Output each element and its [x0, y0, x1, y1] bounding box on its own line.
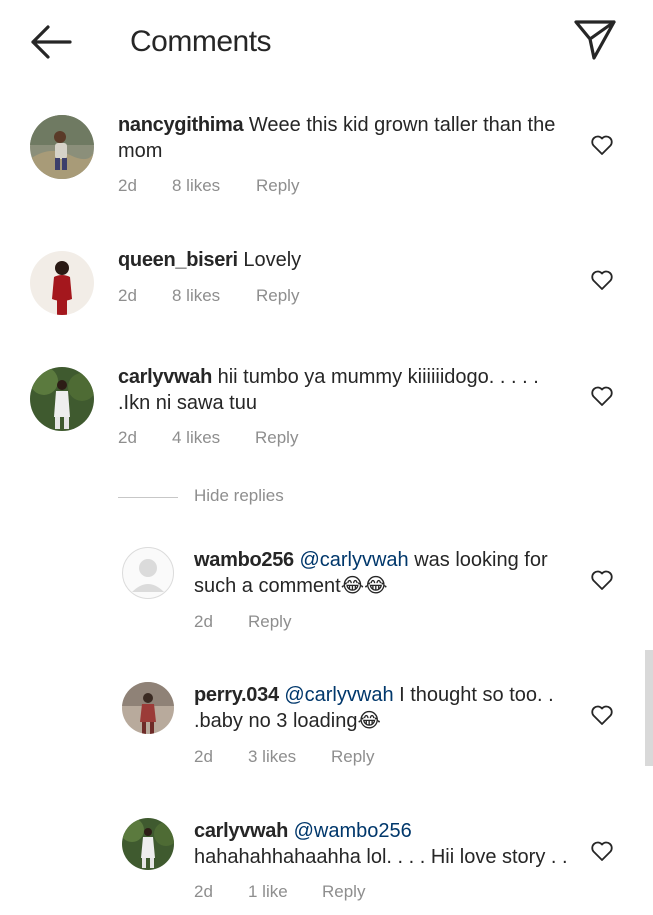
- reply-mention[interactable]: @carlyvwah: [284, 684, 393, 706]
- default-avatar-icon: [132, 559, 164, 592]
- comment-likes[interactable]: 8 likes: [172, 176, 220, 196]
- reply-button[interactable]: Reply: [255, 428, 298, 448]
- reply-body: perry.034 @carlyvwah I thought so too. .…: [194, 682, 574, 734]
- avatar[interactable]: [122, 547, 174, 599]
- back-button[interactable]: [28, 22, 74, 62]
- heart-outline-icon: [591, 386, 613, 406]
- reply-button[interactable]: Reply: [331, 747, 374, 767]
- reply-body: wambo256 @carlyvwah was looking for such…: [194, 547, 574, 599]
- comment-body: queen_biseri Lovely: [118, 247, 568, 273]
- comment-likes[interactable]: 8 likes: [172, 286, 220, 306]
- hide-replies-label[interactable]: Hide replies: [194, 486, 284, 506]
- like-button[interactable]: [590, 385, 614, 407]
- heart-outline-icon: [591, 841, 613, 861]
- reply-mention[interactable]: @carlyvwah: [299, 549, 408, 571]
- avatar[interactable]: [122, 682, 174, 734]
- reply-username[interactable]: perry.034: [194, 684, 279, 706]
- comment-text: Lovely: [243, 249, 302, 271]
- like-button[interactable]: [590, 840, 614, 862]
- reply-time: 2d: [194, 747, 213, 766]
- reply-time: 2d: [194, 882, 213, 901]
- paper-plane-icon: [574, 20, 616, 60]
- reply-button[interactable]: Reply: [256, 176, 299, 196]
- reply-username[interactable]: wambo256: [194, 549, 294, 571]
- heart-outline-icon: [591, 135, 613, 155]
- comment-body: carlyvwah hii tumbo ya mummy kiiiiiidogo…: [118, 364, 568, 416]
- heart-outline-icon: [591, 270, 613, 290]
- like-button[interactable]: [590, 704, 614, 726]
- reply-mention[interactable]: @wambo256: [294, 820, 412, 842]
- reply-time: 2d: [194, 612, 213, 631]
- avatar[interactable]: [30, 115, 94, 179]
- reply-body: carlyvwah @wambo256 hahahahhahaahha lol.…: [194, 818, 574, 870]
- heart-outline-icon: [591, 705, 613, 725]
- comment-username[interactable]: carlyvwah: [118, 366, 212, 388]
- comment-time: 2d: [118, 286, 137, 305]
- comment-username[interactable]: nancygithima: [118, 114, 244, 136]
- page-title: Comments: [130, 25, 272, 58]
- heart-outline-icon: [591, 570, 613, 590]
- like-button[interactable]: [590, 569, 614, 591]
- avatar[interactable]: [122, 818, 174, 870]
- reply-username[interactable]: carlyvwah: [194, 820, 288, 842]
- comment-time: 2d: [118, 428, 137, 447]
- reply-button[interactable]: Reply: [248, 612, 291, 632]
- comment-username[interactable]: queen_biseri: [118, 249, 238, 271]
- reply-text: hahahahhahaahha lol. . . . Hii love stor…: [194, 846, 568, 868]
- comment-time: 2d: [118, 176, 137, 195]
- reply-likes[interactable]: 3 likes: [248, 747, 296, 767]
- avatar[interactable]: [30, 251, 94, 315]
- scrollbar-thumb[interactable]: [645, 650, 653, 766]
- divider: [118, 497, 178, 498]
- avatar[interactable]: [30, 367, 94, 431]
- comment-likes[interactable]: 4 likes: [172, 428, 220, 448]
- reply-button[interactable]: Reply: [322, 882, 365, 902]
- comment-body: nancygithima Weee this kid grown taller …: [118, 112, 568, 164]
- arrow-left-icon: [31, 25, 72, 59]
- like-button[interactable]: [590, 134, 614, 156]
- comments-header: Comments: [0, 0, 653, 84]
- reply-button[interactable]: Reply: [256, 286, 299, 306]
- like-button[interactable]: [590, 269, 614, 291]
- reply-likes[interactable]: 1 like: [248, 882, 288, 902]
- share-button[interactable]: [572, 18, 618, 62]
